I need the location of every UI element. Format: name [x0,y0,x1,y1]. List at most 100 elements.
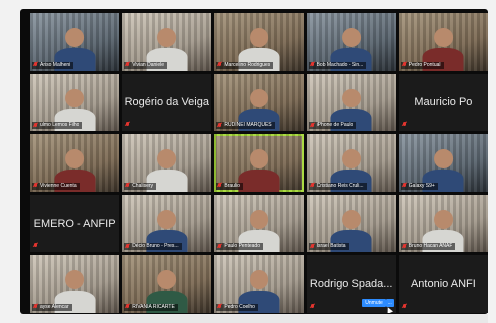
muted-mic-icon [217,122,222,129]
participant-head [65,27,85,47]
participant-name: Antonio ANFI [410,278,476,291]
muted-mic-icon [217,304,222,310]
muted-mic-icon [33,122,38,129]
muted-mic-icon [33,62,38,68]
muted-mic-icon [125,304,130,310]
participant-head [157,149,177,168]
participant-name: Décio Bruno - Pres... [132,243,179,250]
muted-mic-icon [217,243,222,250]
participant-label: RIVANIA RICARTE [124,303,178,311]
participant-head [249,209,269,229]
participant-video [238,149,280,192]
participant-tile[interactable]: Cristiano Reis Cruli... [306,134,396,192]
participant-head [157,209,177,229]
participant-head [65,149,85,168]
participant-name: Bob Machado - Sin... [316,61,364,68]
participant-name: ayse Alencar [40,303,69,310]
participant-name: RUDINEI MARQUES [224,122,272,129]
participant-tile[interactable]: iPhone de Paulo [306,73,396,132]
participant-tile[interactable]: Chalisery [122,134,212,192]
participant-head [341,149,361,168]
participant-grid: Ariso Malheni Vivian Daniele Marcelino Rod… [30,13,488,313]
muted-mic-icon [310,122,315,129]
participant-tile[interactable]: ayse Alencar [30,255,120,313]
participant-tile[interactable]: Mauricio Po [398,73,488,132]
participant-name: Pedro Pontual [408,61,441,68]
participant-tile[interactable]: Bob Machado - Sin... [306,13,396,71]
participant-label: iPhone de Paulo [308,122,357,130]
participant-head [249,149,269,168]
participant-tile[interactable]: EMERO - ANFIP [30,194,120,253]
muted-mic-icon [310,303,315,310]
mouse-cursor-icon [384,305,393,313]
participant-label: Israel Batista [308,243,349,251]
participant-head [249,27,269,47]
monitor-bezel [20,314,488,323]
participant-tile[interactable]: Rodrigo Spada... Unmute... [306,255,396,313]
participant-tile[interactable]: ulmo Lemos Filho [30,73,120,132]
participant-head [157,27,177,47]
participant-label: Pedro Coelho [216,303,258,311]
participant-name: ulmo Lemos Filho [40,122,80,129]
muted-mic-icon [402,243,407,250]
participant-tile[interactable]: RIVANIA RICARTE [122,255,212,313]
participant-tile[interactable]: Vivienne Cuenta [30,134,120,192]
participant-tile[interactable]: RUDINEI MARQUES [214,73,304,132]
muted-mic-icon [125,183,130,189]
participant-head [249,88,269,108]
participant-tile[interactable]: Galaxy S9+ [398,134,488,192]
participant-head [65,270,85,290]
muted-mic-icon [33,183,38,189]
participant-label: Marcelino Rodrigues [216,61,274,69]
participant-head [433,209,453,229]
muted-mic-icon [310,62,315,68]
participant-label: ayse Alencar [32,303,72,311]
participant-name: Galaxy S9+ [408,182,435,189]
participant-tile[interactable]: Paulo Penteado [214,194,304,253]
participant-label: Ariso Malheni [32,61,74,69]
participant-tile[interactable]: Braulio [214,134,304,192]
participant-name: Vivian Daniele [132,61,165,68]
participant-label: Galaxy S9+ [400,182,438,190]
participant-label: Vivienne Cuenta [32,182,80,190]
participant-name: Cristiano Reis Cruli... [316,182,364,189]
participant-head [65,88,85,108]
participant-name: Marcelino Rodrigues [224,61,271,68]
participant-label: Bruno Hacan ANAF [400,243,456,251]
participant-name: Bruno Hacan ANAF [408,243,453,250]
muted-mic-icon [402,62,407,68]
participant-label: Cristiano Reis Cruli... [308,182,367,190]
muted-mic-icon [33,304,38,310]
muted-mic-icon [217,183,222,189]
participant-name: Israel Batista [316,243,346,250]
participant-tile[interactable]: Marcelino Rodrigues [214,13,304,71]
muted-mic-icon [33,243,38,249]
participant-tile[interactable]: Rogério da Veiga [122,73,212,132]
participant-name: Ariso Malheni [40,61,71,68]
participant-tile[interactable]: Pedro Coelho [214,255,304,313]
participant-tile[interactable]: Vivian Daniele [122,13,212,71]
participant-tile[interactable]: Antonio ANFI [398,255,488,313]
unmute-button[interactable]: Unmute [362,298,386,307]
participant-tile[interactable]: Pedro Pontual [398,13,488,71]
participant-tile[interactable]: Ariso Malheni [30,13,120,71]
participant-head [341,27,361,47]
participant-head [433,27,453,47]
participant-label: ulmo Lemos Filho [32,122,83,130]
participant-tile[interactable]: Israel Batista [306,194,396,253]
participant-label: Vivian Daniele [124,61,168,69]
participant-name: EMERO - ANFIP [33,217,116,230]
participant-tile[interactable]: Décio Bruno - Pres... [122,194,212,253]
muted-mic-icon [310,243,315,250]
participant-tile[interactable]: Bruno Hacan ANAF [398,194,488,253]
participant-name: Braulio [224,182,240,189]
participant-label: Bob Machado - Sin... [308,61,367,69]
muted-mic-icon [310,183,315,189]
participant-label: Décio Bruno - Pres... [124,243,182,251]
muted-mic-icon [402,183,407,189]
participant-head [341,88,361,108]
participant-name: Pedro Coelho [224,303,255,310]
participant-name: RIVANIA RICARTE [132,303,175,310]
participant-name: Rodrigo Spada... [309,278,393,291]
participant-head [433,149,453,168]
